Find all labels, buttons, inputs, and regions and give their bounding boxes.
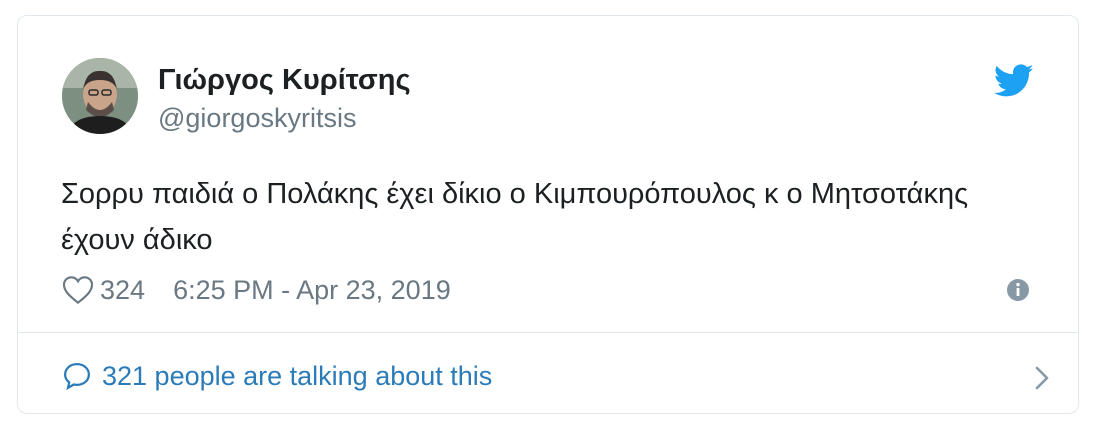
heart-icon bbox=[62, 276, 94, 305]
talking-about-text: 321 people are talking about this bbox=[102, 360, 493, 391]
chevron-right-icon[interactable] bbox=[1032, 364, 1052, 392]
conversation-link[interactable]: 321 people are talking about this bbox=[62, 354, 1049, 398]
tweet-card: Γιώργος Κυρίτσης @giorgoskyritsis Σορρυ … bbox=[17, 15, 1079, 414]
twitter-bird-icon[interactable] bbox=[994, 64, 1034, 98]
avatar-photo bbox=[62, 58, 138, 134]
like-button[interactable]: 324 bbox=[62, 275, 145, 306]
avatar[interactable] bbox=[62, 58, 138, 134]
user-handle[interactable]: @giorgoskyritsis bbox=[158, 103, 356, 134]
display-name[interactable]: Γιώργος Κυρίτσης bbox=[158, 64, 411, 97]
tweet-meta: 324 6:25 PM - Apr 23, 2019 bbox=[62, 270, 451, 310]
info-icon[interactable] bbox=[1006, 278, 1030, 302]
tweet-text: Σορρυ παιδιά ο Πολάκης έχει δίκιο ο Κιμπ… bbox=[61, 178, 969, 256]
like-count: 324 bbox=[100, 274, 146, 305]
tweet-timestamp[interactable]: 6:25 PM - Apr 23, 2019 bbox=[173, 275, 451, 306]
divider bbox=[18, 332, 1078, 333]
speech-bubble-icon bbox=[63, 362, 91, 391]
